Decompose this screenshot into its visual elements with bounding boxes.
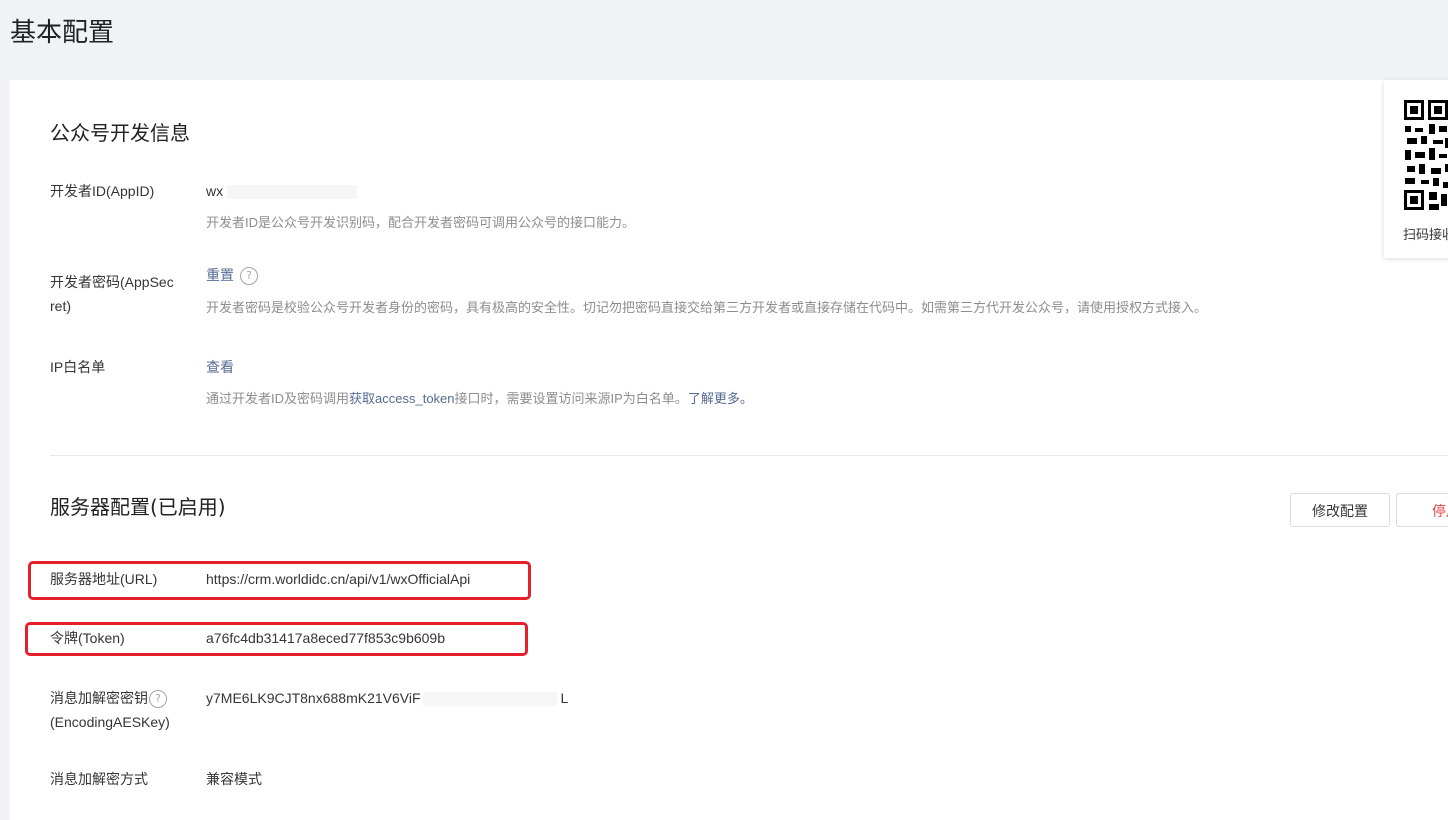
aes-key-tail: L [560,690,569,706]
dev-info-title: 公众号开发信息 [50,121,190,145]
aes-key-label-line1: 消息加解密密钥? [50,686,200,710]
appid-prefix: wx [206,183,224,199]
ip-whitelist-label: IP白名单 [50,359,106,375]
encrypt-mode-label: 消息加解密方式 [50,771,148,787]
server-config-title: 服务器配置(已启用) [50,495,226,519]
aes-key-label-line2: (EncodingAESKey) [50,714,170,730]
page-title: 基本配置 [10,18,115,48]
view-whitelist-link[interactable]: 查看 [206,359,234,375]
section-divider [50,455,1448,456]
encrypt-mode-value: 兼容模式 [206,771,262,787]
url-value: https://crm.worldidc.cn/api/v1/wxOfficia… [206,571,471,587]
appsecret-desc: 开发者密码是校验公众号开发者身份的密码，具有极高的安全性。切记勿把密码直接交给第… [206,300,1208,315]
token-label: 令牌(Token) [50,630,125,646]
aes-key-label: 消息加解密密钥? (EncodingAESKey) [50,686,200,734]
ip-desc-middle: 接口时，需要设置访问来源IP为白名单。 [454,391,688,406]
qr-code-icon [1403,98,1448,214]
appid-value: wx [206,180,358,202]
appsecret-label-line1: 开发者密码(AppSec [50,274,174,290]
help-icon[interactable]: ? [149,690,167,709]
ip-whitelist-value: 查看 [206,356,234,378]
modify-config-button[interactable]: 修改配置 [1290,493,1390,527]
appid-mask [227,185,358,200]
appsecret-value: 重置? [206,264,258,286]
appid-desc: 开发者ID是公众号开发识别码，配合开发者密码可调用公众号的接口能力。 [206,215,636,230]
aes-key-label-text: 消息加解密密钥 [50,690,148,706]
help-icon[interactable]: ? [240,267,258,286]
appsecret-label: 开发者密码(AppSec ret) [50,270,185,318]
config-card: 公众号开发信息 开发者ID(AppID) wx 开发者ID是公众号开发识别码，配… [10,80,1448,820]
reset-secret-link[interactable]: 重置 [206,267,234,283]
stop-button[interactable]: 停用 [1396,493,1448,527]
ip-whitelist-desc: 通过开发者ID及密码调用获取access_token接口时，需要设置访问来源IP… [206,389,753,409]
learn-more-link[interactable]: 了解更多。 [688,391,753,406]
ip-desc-before: 通过开发者ID及密码调用 [206,391,350,406]
qr-caption: 扫码接收 [1403,227,1448,242]
token-value: a76fc4db31417a8eced77f853c9b609b [206,630,446,646]
aes-key-visible: y7ME6LK9CJT8nx688mK21V6ViF [206,690,421,706]
appid-label: 开发者ID(AppID) [50,183,155,199]
aes-key-mask [422,692,557,707]
aes-key-value: y7ME6LK9CJT8nx688mK21V6ViF L [206,687,568,709]
qr-panel[interactable]: 扫码接收 [1384,80,1448,258]
appsecret-label-line2: ret) [50,298,71,314]
url-label: 服务器地址(URL) [50,571,158,587]
access-token-link[interactable]: 获取access_token [349,391,455,406]
